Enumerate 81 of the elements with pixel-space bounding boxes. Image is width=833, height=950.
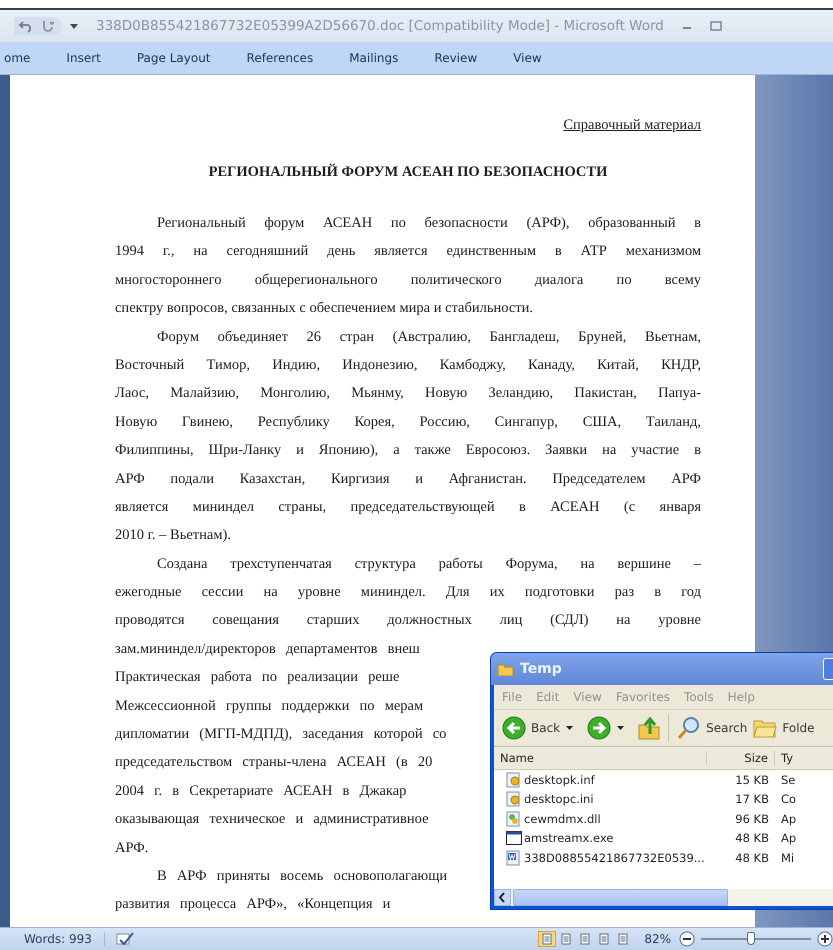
zoom-slider[interactable] [701,932,811,946]
file-name[interactable]: 338D08855421867732E0539... [524,850,705,865]
search-icon [677,716,702,740]
file-type: Mi [780,850,796,865]
search-button[interactable]: Search [677,716,748,740]
file-size: 15 KB [734,772,770,787]
text-line: зам.мининдел/директоров департаментов внеш [115,640,420,659]
word-count[interactable]: Words: 993 [0,932,105,946]
text-line: В АРФ приняты восемь основополагающи [156,866,448,886]
word-document-icon [506,850,522,866]
folder-icon [498,662,514,676]
text-line: ежегодные сессии на уровне мининдел. Для их подготовки раз в год [115,583,701,602]
text-line: АРФ. [115,838,148,858]
zoom-out-icon[interactable] [679,931,695,947]
ribbon-tab[interactable]: View [511,48,544,68]
text-line: является мининдел страны, председательствующей в АСЕАН (с января [115,498,701,517]
file-name[interactable]: desktopc.ini [524,792,594,806]
file-size: 96 KB [734,812,770,826]
zoom-level[interactable]: 82% [644,932,671,946]
library-file-icon [506,810,522,827]
file-name[interactable]: cewmdmx.dll [524,812,601,826]
forward-icon[interactable] [587,716,612,740]
file-size: 17 KB [734,792,770,806]
text-line: спектру вопросов, связанных с обеспечением мира и стабильности. [115,299,533,318]
file-size: 48 KB [734,850,770,865]
window-title: 338D0B855421867732E05399A2D56670.doc [Compatibility Mode] - Microsoft Word [96,18,664,34]
text-line: Создана трехступенчатая структура работы Форума, на вершине – [156,554,701,574]
text-line: Региональный форум АСЕАН по безопасности (АРФ), образованный в [156,214,701,233]
ribbon-tab[interactable]: References [244,48,316,68]
program-window-icon [506,830,522,846]
undo-icon[interactable] [18,19,34,33]
file-type: Se [780,772,796,787]
column-header[interactable]: Name [494,751,707,765]
text-line: многостороннего общерегионального политического диалога по всему [115,270,701,290]
text-line: дипломатии (МГП-МДПД), заседания которой со [115,725,446,744]
ribbon-tab[interactable]: Insert [64,48,103,68]
horizontal-scrollbar[interactable] [494,889,833,906]
ribbon-tab[interactable]: Review [432,48,480,68]
text-line: 2010 г. – Вьетнам). [115,526,231,546]
file-name[interactable]: desktopk.inf [524,772,595,787]
text-line: Лаос, Малайзию, Монголию, Мьянму, Новую Зеландию, Пакистан, Папуа- [115,384,701,404]
text-line: Новую Гвинею, Республику Корея, Россию, Сингапур, США, Таиланд, [115,412,701,432]
text-line: Филиппины, Шри-Ланку и Японию), а также Евросоюз. Заявки на участие в [115,441,701,460]
scroll-left-icon[interactable] [494,889,511,906]
text-line: проводятся совещания старших должностных лиц (СДЛ) на уровне [115,611,701,630]
dropdown-icon[interactable] [617,725,624,731]
up-folder-icon[interactable] [638,716,660,740]
file-name[interactable]: amstreamx.exe [524,831,614,846]
column-header[interactable]: Size [707,751,775,765]
text-line: Межсессионной группы поддержки по мерам [115,696,424,716]
scroll-thumb[interactable] [513,889,728,906]
text-line: 1994 г., на сегодняшний день является единственным в АТР механизмом [115,242,701,262]
file-type: Co [780,792,798,806]
dropdown-icon[interactable] [566,725,574,731]
zoom-in-icon[interactable] [817,931,833,947]
text-line: развития процесса АРФ», «Концепция и [115,895,390,914]
text-line: 2004 г. в Секретариате АСЕАН в Джакар [115,782,406,801]
file-size: 48 KB [734,831,770,846]
document-heading: РЕГИОНАЛЬНЫЙ ФОРУМ АСЕАН ПО БЕЗОПАСНОСТИ [208,164,608,181]
document-header: Справочный материал [563,117,701,133]
spelling-check-icon[interactable] [114,931,135,947]
maximize-icon[interactable] [710,21,722,31]
file-type: Ap [780,831,798,846]
column-header[interactable]: Ty [775,751,833,765]
back-button[interactable]: Back [502,716,560,740]
dropdown-icon[interactable] [70,22,78,30]
settings-file-icon [506,772,522,788]
ribbon-tab[interactable]: ome [2,48,32,68]
text-line: оказывающая техническое и административное [115,810,429,830]
view-button[interactable] [538,931,556,947]
text-line: Форум объединяет 26 стран (Австралию, Бангладеш, Бруней, Вьетнам, [156,328,701,347]
ribbon-tab[interactable]: Mailings [347,48,400,68]
folders-button[interactable]: Folde [753,717,815,739]
file-type: Ap [780,812,798,826]
text-line: АРФ подали Казахстан, Киргизия и Афганистан. Председателем АРФ [115,470,701,489]
ribbon-tab[interactable]: Page Layout [134,48,213,68]
text-line: Практическая работа по реализации реше [115,668,400,688]
text-line: Восточный Тимор, Индию, Индонезию, Камбоджу, Канаду, Китай, КНДР, [115,356,701,375]
settings-file-icon [506,791,522,808]
window-title: Temp [520,661,562,677]
text-line: председательством страны-члена АСЕАН (в 20 [115,753,432,772]
